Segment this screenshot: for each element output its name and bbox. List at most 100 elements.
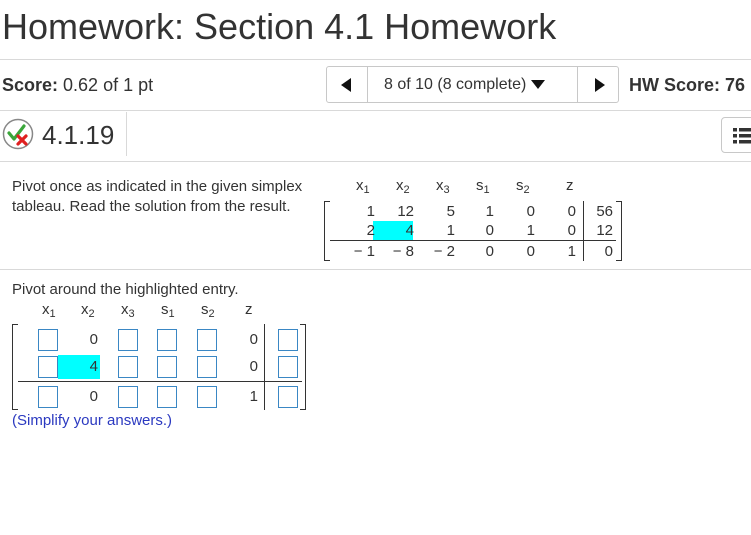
left-arrow-icon	[341, 78, 351, 92]
column-header-var: z	[566, 177, 574, 194]
page-title: Homework: Section 4.1 Homework	[2, 6, 557, 47]
tableau-cell: 0	[604, 243, 613, 260]
answer-fixed-value: 1	[249, 388, 258, 405]
answer-input[interactable]	[38, 329, 58, 351]
answer-input[interactable]	[157, 386, 177, 408]
column-header-index: 3	[128, 308, 135, 320]
tableau-cell: 2	[366, 222, 375, 239]
answer-input[interactable]	[118, 356, 138, 378]
column-header-index: 1	[168, 308, 175, 320]
answer-input[interactable]	[278, 386, 298, 408]
tableau-cell: − 8	[392, 243, 414, 260]
answer-input[interactable]	[118, 329, 138, 351]
score-label: Score:	[2, 75, 59, 95]
column-header: x1	[356, 177, 370, 196]
tableau-cell: 0	[567, 222, 576, 239]
tableau-cell: 1	[526, 222, 535, 239]
column-header-var: x	[42, 301, 50, 318]
column-header: x2	[81, 301, 95, 320]
column-header: x3	[121, 301, 135, 320]
tableau-cell: − 2	[433, 243, 455, 260]
section-divider	[0, 269, 751, 270]
question-navigator: 8 of 10 (8 complete)	[326, 66, 619, 103]
right-bracket	[305, 324, 306, 410]
objective-separator	[330, 240, 616, 241]
tableau-cell: 0	[485, 222, 494, 239]
column-header-var: s	[201, 301, 209, 318]
column-header: x2	[396, 177, 410, 196]
column-header-index: 2	[523, 184, 530, 196]
tableau-cell: 0	[485, 243, 494, 260]
column-header: x1	[42, 301, 56, 320]
column-header-var: x	[436, 177, 444, 194]
question-divider	[0, 161, 751, 162]
question-id-box: 4.1.19	[0, 112, 127, 156]
tableau-cell: 0	[526, 203, 535, 220]
column-header: x3	[436, 177, 450, 196]
column-header-index: 1	[483, 184, 490, 196]
answer-input[interactable]	[157, 329, 177, 351]
question-selector[interactable]: 8 of 10 (8 complete)	[368, 67, 578, 102]
tableau-cell: 0	[526, 243, 535, 260]
answer-fixed-value: 0	[249, 331, 258, 348]
pivot-instruction: Pivot around the highlighted entry.	[12, 281, 239, 298]
column-header: s2	[201, 301, 215, 320]
answer-input[interactable]	[278, 356, 298, 378]
tableau-cell: 56	[596, 203, 613, 220]
column-header-index: 1	[49, 308, 56, 320]
tableau-cell: 0	[567, 203, 576, 220]
hw-score: HW Score: 76	[629, 75, 746, 95]
answer-fixed-value: 0	[89, 388, 98, 405]
tableau-cell: 4	[405, 222, 414, 239]
column-header-var: z	[245, 301, 253, 318]
dropdown-arrow-icon	[531, 80, 546, 90]
answer-input[interactable]	[197, 386, 217, 408]
score-divider	[0, 110, 751, 111]
next-question-button[interactable]	[578, 67, 619, 102]
menu-button[interactable]	[721, 117, 751, 153]
tableau-cell: 1	[366, 203, 375, 220]
answer-input[interactable]	[278, 329, 298, 351]
column-header-var: x	[356, 177, 364, 194]
column-header-index: 1	[363, 184, 370, 196]
question-selector-label: 8 of 10 (8 complete)	[384, 76, 527, 93]
column-header-var: s	[161, 301, 169, 318]
right-arrow-icon	[595, 78, 605, 92]
answer-fixed-value: 0	[89, 331, 98, 348]
column-header-index: 2	[88, 308, 95, 320]
column-header: z	[245, 301, 253, 318]
column-header-var: x	[81, 301, 89, 318]
answer-input[interactable]	[38, 386, 58, 408]
tableau-cell: 12	[596, 222, 613, 239]
answer-input[interactable]	[38, 356, 58, 378]
column-header-var: s	[516, 177, 524, 194]
answer-input[interactable]	[197, 356, 217, 378]
column-header-var: s	[476, 177, 484, 194]
header-divider	[0, 59, 751, 60]
answer-input[interactable]	[197, 329, 217, 351]
tableau-cell: 1	[446, 222, 455, 239]
column-header-var: x	[396, 177, 404, 194]
column-header-index: 3	[443, 184, 450, 196]
answer-input[interactable]	[157, 356, 177, 378]
answer-fixed-value: 0	[249, 358, 258, 375]
tableau-cell: 5	[446, 203, 455, 220]
tableau-cell: − 1	[353, 243, 375, 260]
tableau-cell: 12	[397, 203, 414, 220]
question-instruction: Pivot once as indicated in the given sim…	[12, 178, 303, 215]
column-header-var: x	[121, 301, 129, 318]
left-bracket	[12, 324, 13, 410]
tableau-cell: 1	[567, 243, 576, 260]
answer-input[interactable]	[118, 386, 138, 408]
previous-question-button[interactable]	[327, 67, 368, 102]
column-header: s2	[516, 177, 530, 196]
right-bracket	[621, 201, 622, 261]
column-header: s1	[161, 301, 175, 320]
simplify-note: (Simplify your answers.)	[12, 412, 173, 429]
partial-credit-icon	[2, 118, 34, 150]
left-bracket	[324, 201, 325, 261]
answer-fixed-value: 4	[89, 358, 98, 375]
objective-separator	[18, 381, 302, 382]
column-header-index: 2	[208, 308, 215, 320]
augment-separator	[264, 324, 265, 410]
